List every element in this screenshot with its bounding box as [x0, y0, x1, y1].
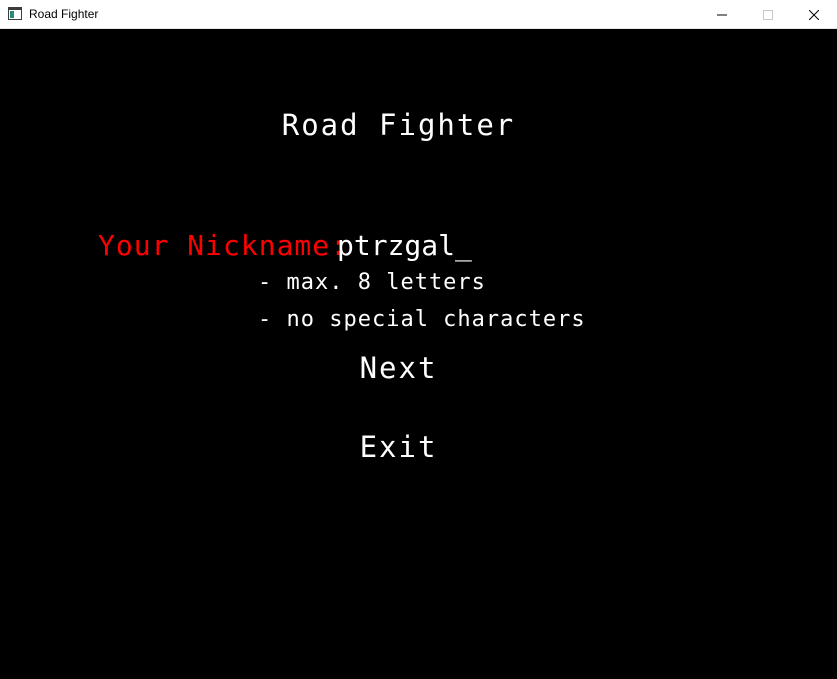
hint-no-special-characters: - no special characters — [258, 307, 586, 332]
window-title: Road Fighter — [29, 7, 99, 21]
maximize-button[interactable] — [745, 0, 791, 29]
minimize-button[interactable] — [699, 0, 745, 29]
next-button[interactable]: Next — [0, 354, 797, 383]
game-title: Road Fighter — [281, 108, 516, 142]
game-canvas[interactable]: Road Fighter Your Nickname: ptrzgal_ - m… — [0, 29, 837, 679]
maximize-icon — [763, 9, 773, 20]
close-icon — [809, 9, 819, 20]
minimize-icon — [717, 14, 727, 15]
title-bar[interactable]: Road Fighter — [0, 0, 837, 29]
exit-button[interactable]: Exit — [0, 433, 797, 462]
nickname-label: Your Nickname: — [98, 229, 349, 262]
app-window-icon — [8, 7, 22, 20]
hint-max-letters: - max. 8 letters — [258, 270, 486, 295]
nickname-input[interactable]: ptrzgal_ — [337, 232, 472, 260]
app-window: Road Fighter Road Fighter Your Nickname:… — [0, 0, 837, 679]
close-button[interactable] — [791, 0, 837, 29]
